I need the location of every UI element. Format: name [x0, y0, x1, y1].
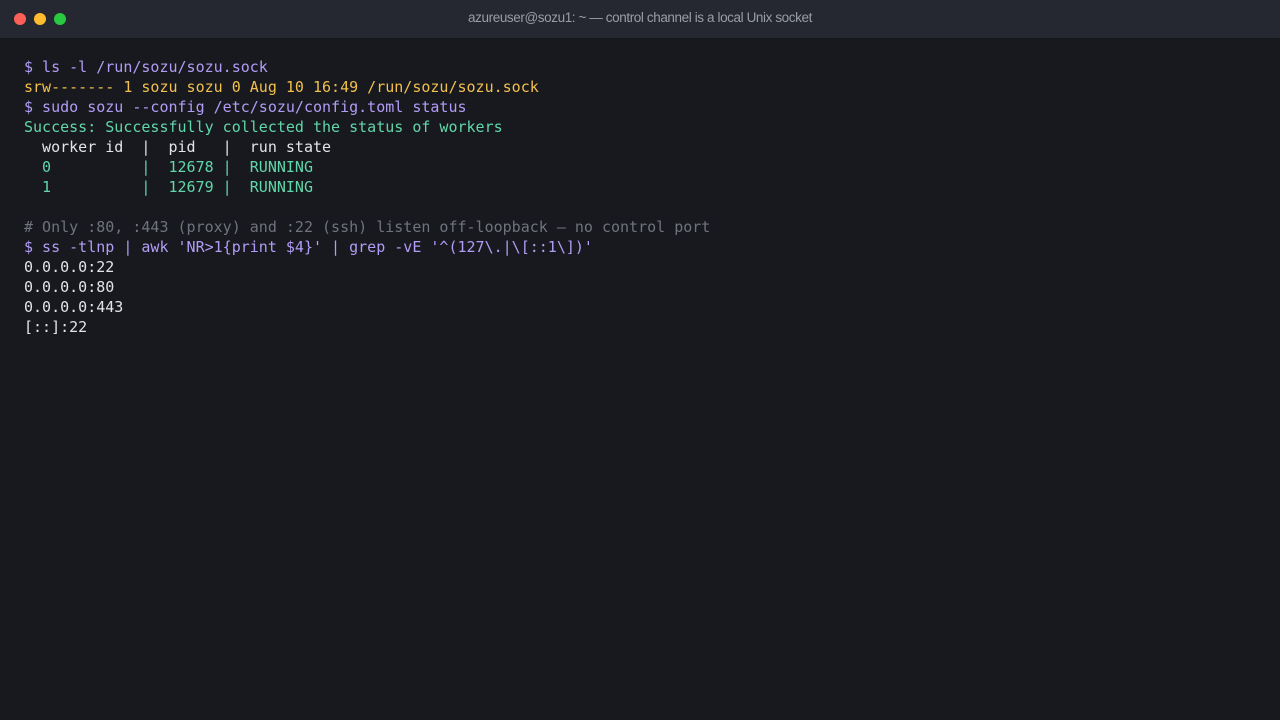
listen-address-line: [::]:22	[24, 318, 88, 336]
terminal-output[interactable]: $ ls -l /run/sozu/sozu.sock srw------- 1…	[24, 57, 1256, 700]
command-line-sozu-status: $ sudo sozu --config /etc/sozu/config.to…	[24, 98, 467, 116]
title-bar: azureuser@sozu1: ~ — control channel is …	[0, 0, 1280, 39]
listen-address-line: 0.0.0.0:22	[24, 258, 115, 276]
listen-address-line: 0.0.0.0:80	[24, 278, 115, 296]
window-title: azureuser@sozu1: ~ — control channel is …	[468, 10, 812, 25]
terminal-window: azureuser@sozu1: ~ — control channel is …	[0, 0, 1280, 720]
worker-table-header: worker id | pid | run state	[24, 138, 332, 156]
command-line-ss: $ ss -tlnp | awk 'NR>1{print $4}' | grep…	[24, 238, 593, 256]
socket-listing-line: srw------- 1 sozu sozu 0 Aug 10 16:49 /r…	[24, 78, 539, 96]
worker-table-row: 1 | 12679 | RUNNING	[24, 178, 313, 196]
comment-line: # Only :80, :443 (proxy) and :22 (ssh) l…	[24, 218, 711, 236]
worker-table-row: 0 | 12678 | RUNNING	[24, 158, 313, 176]
command-line-ls: $ ls -l /run/sozu/sozu.sock	[24, 58, 268, 76]
success-message-line: Success: Successfully collected the stat…	[24, 118, 503, 136]
listen-address-line: 0.0.0.0:443	[24, 298, 124, 316]
